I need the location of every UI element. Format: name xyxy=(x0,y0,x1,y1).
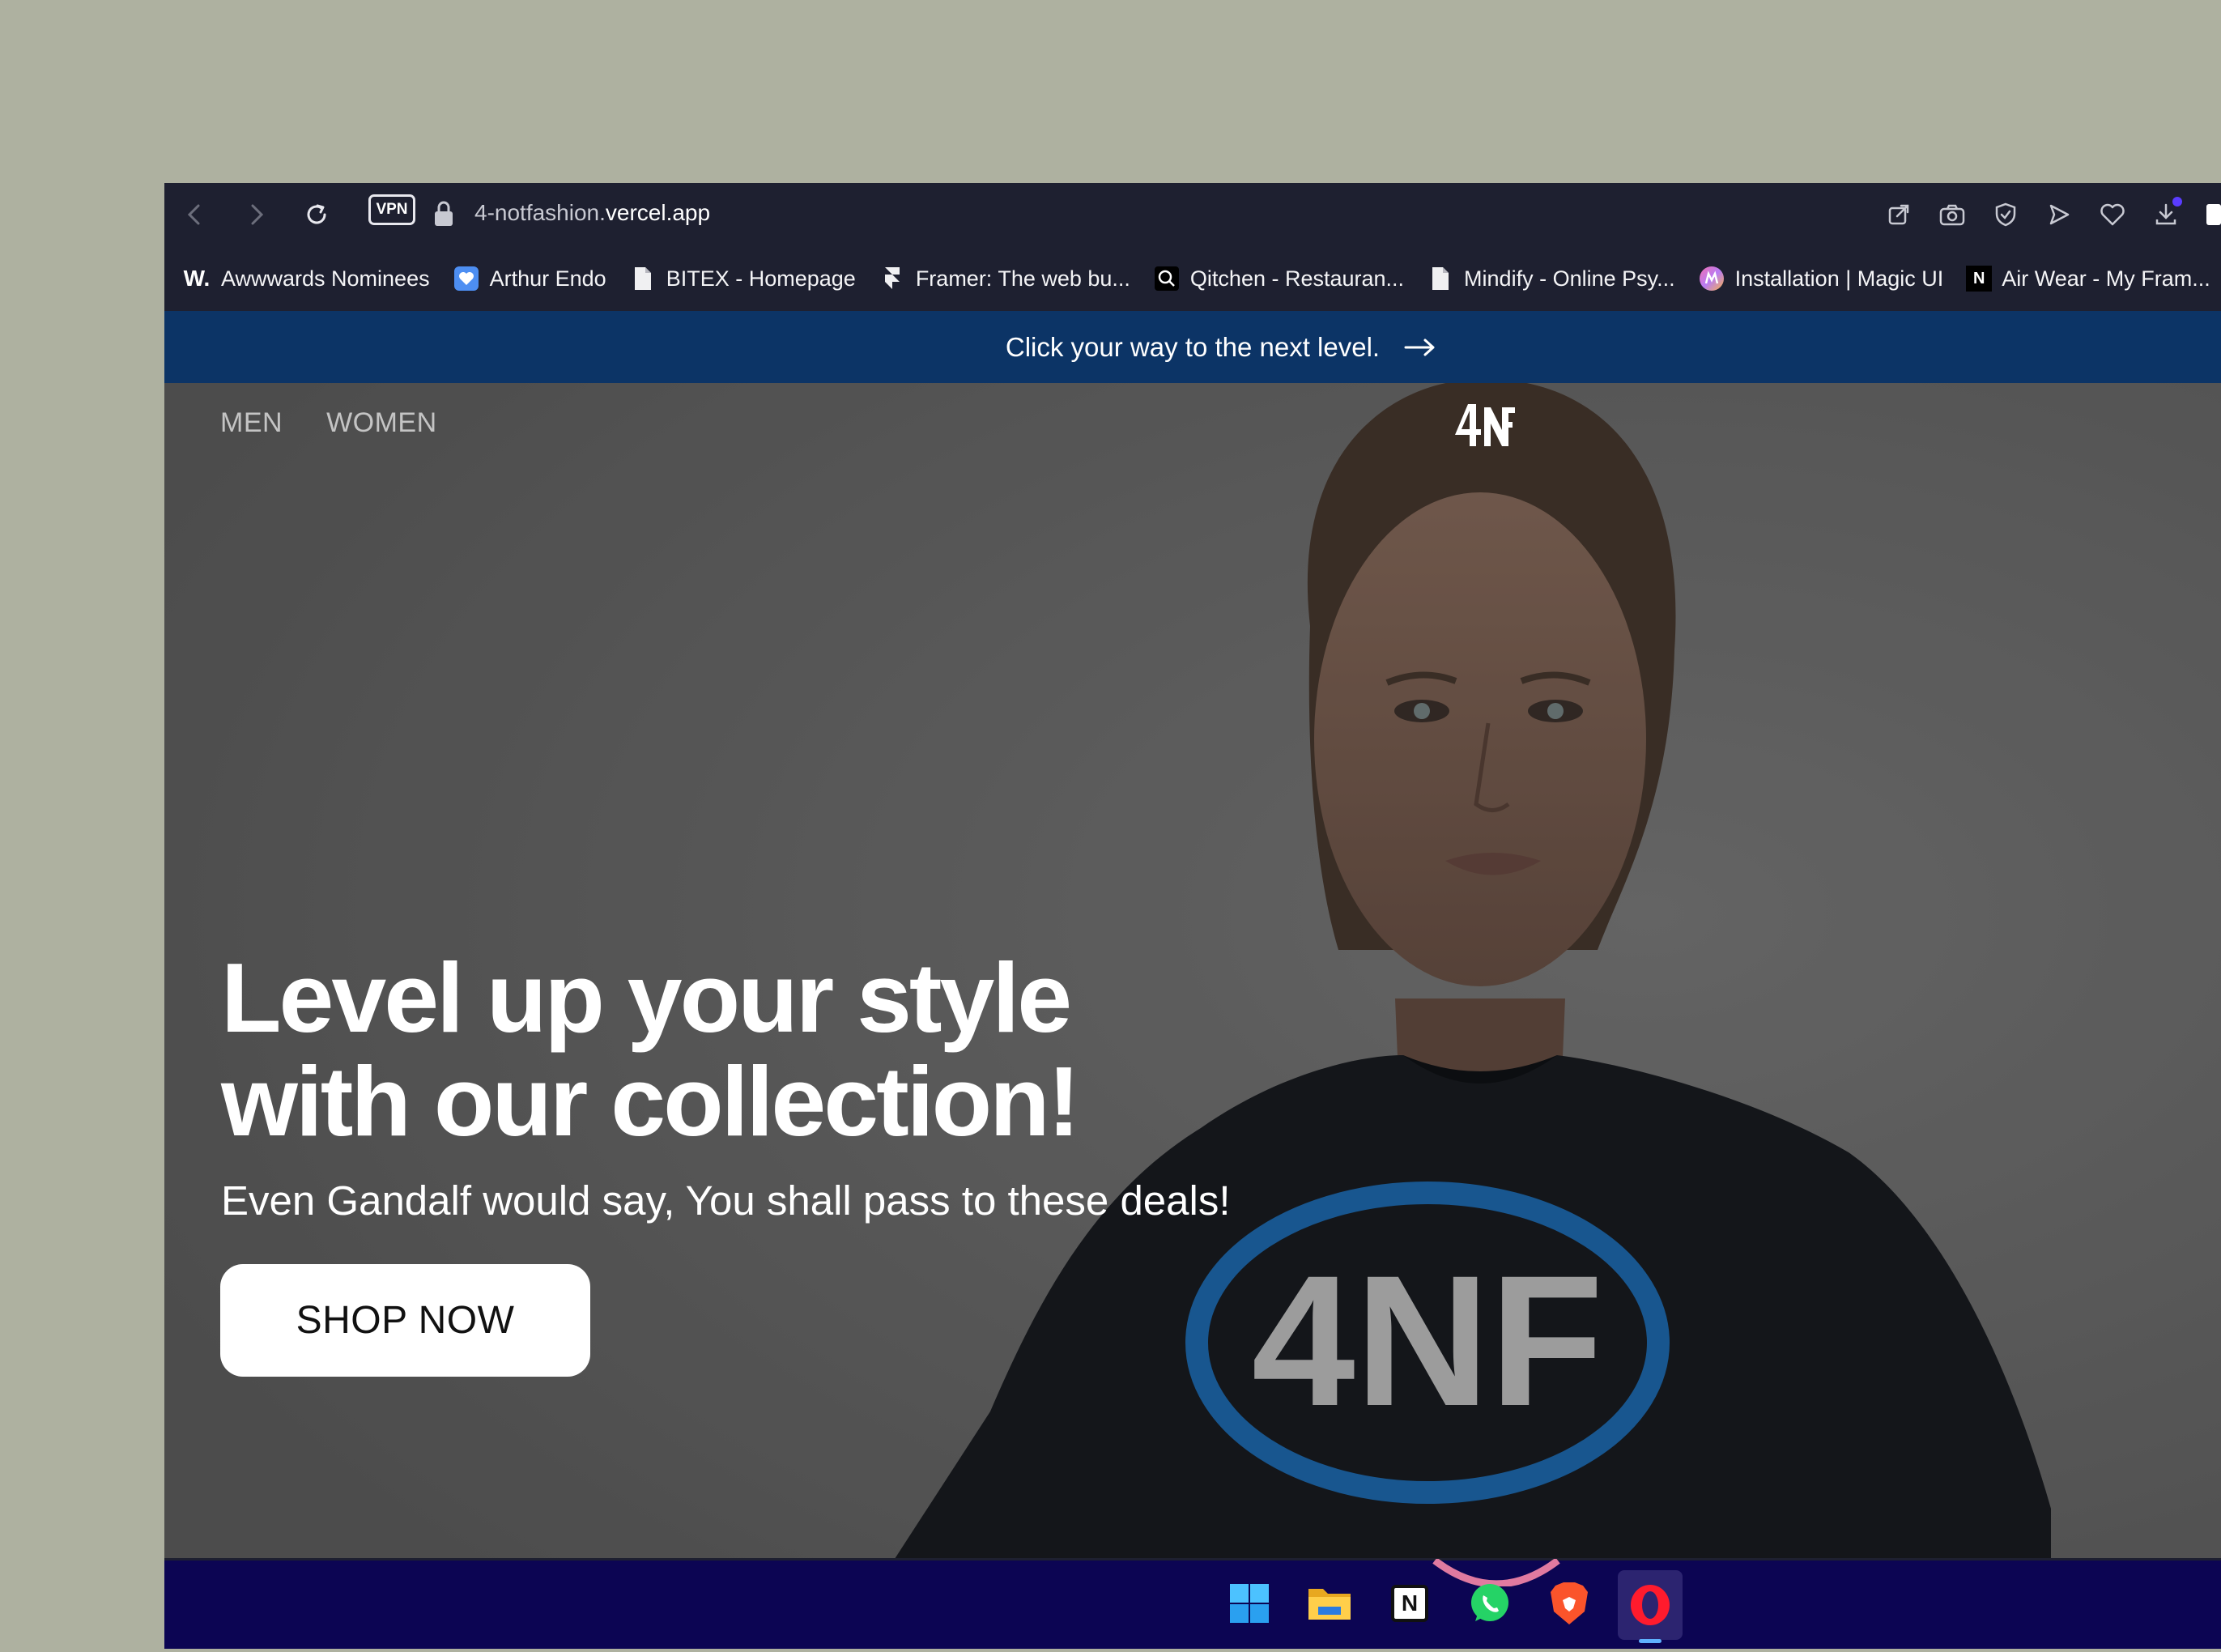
bookmark-label: Mindify - Online Psy... xyxy=(1464,266,1675,291)
bookmark-framer[interactable]: Framer: The web bu... xyxy=(879,265,1130,292)
downloads-button[interactable] xyxy=(2148,197,2184,232)
menu-button[interactable] xyxy=(2206,204,2221,225)
brand-logo[interactable] xyxy=(1452,399,1517,456)
notion-icon: N xyxy=(1966,266,1993,292)
headline-line-2: with our collection! xyxy=(221,1046,1080,1156)
hero-subheadline: Even Gandalf would say, You shall pass t… xyxy=(221,1177,1231,1224)
bookmark-qitchen[interactable]: Qitchen - Restauran... xyxy=(1153,265,1404,292)
bookmark-label: Framer: The web bu... xyxy=(915,266,1130,291)
file-explorer-button[interactable] xyxy=(1304,1578,1355,1629)
browser-toolbar: VPN 4-notfashion.vercel.app xyxy=(164,183,2221,246)
chevron-right-icon xyxy=(251,204,264,225)
bookmark-air-wear[interactable]: N Air Wear - My Fram... xyxy=(1966,266,2210,292)
vpn-badge[interactable]: VPN xyxy=(368,194,415,225)
back-button[interactable] xyxy=(178,198,211,231)
page-icon xyxy=(1427,265,1454,292)
web-page: Click your way to the next level. 4NF ME… xyxy=(164,311,2221,1558)
whatsapp-icon xyxy=(1471,1584,1508,1621)
url-host: vercel.app xyxy=(605,200,711,225)
adblock-button[interactable] xyxy=(1988,197,2023,232)
address-bar[interactable]: 4-notfashion.vercel.app xyxy=(474,195,710,231)
shield-check-icon xyxy=(1995,202,2016,227)
heart-shield-icon xyxy=(453,265,480,292)
snapshot-button[interactable] xyxy=(1934,197,1970,232)
bookmark-label: Installation | Magic UI xyxy=(1734,266,1944,291)
camera-icon xyxy=(1939,204,1965,226)
brave-button[interactable] xyxy=(1544,1578,1594,1629)
running-indicator xyxy=(1639,1639,1661,1643)
toolbar-actions xyxy=(1881,197,2221,232)
whatsapp-button[interactable] xyxy=(1465,1578,1515,1629)
brave-icon xyxy=(1551,1582,1588,1624)
framer-icon xyxy=(879,265,906,292)
page-icon xyxy=(629,265,657,292)
arrow-right-icon xyxy=(1404,338,1435,356)
notion-icon: N xyxy=(1391,1585,1428,1622)
send-arrow-icon xyxy=(2049,204,2070,225)
bookmark-mindify[interactable]: Mindify - Online Psy... xyxy=(1427,265,1675,292)
reload-button[interactable] xyxy=(300,198,333,231)
file-explorer-icon xyxy=(1308,1589,1351,1620)
download-badge xyxy=(2172,197,2182,206)
search-magnifier-icon xyxy=(1153,265,1181,292)
opera-button[interactable] xyxy=(1618,1570,1683,1643)
url-prefix: 4-notfashion. xyxy=(474,200,606,225)
bookmark-arthur-endo[interactable]: Arthur Endo xyxy=(453,265,606,292)
promo-text: Click your way to the next level. xyxy=(1005,331,1381,362)
browser-window: VPN 4-notfashion.vercel.app W. Awwwards … xyxy=(164,183,2221,1649)
bookmark-bitex[interactable]: BITEX - Homepage xyxy=(629,265,856,292)
headline-line-1: Level up your style xyxy=(221,943,1072,1053)
bookmark-label: BITEX - Homepage xyxy=(666,266,856,291)
bookmark-label: Arthur Endo xyxy=(489,266,606,291)
forward-button[interactable] xyxy=(240,198,273,231)
magic-ui-icon xyxy=(1698,265,1725,292)
bookmarks-bar: W. Awwwards Nominees Arthur Endo BITEX -… xyxy=(164,246,2221,311)
favorites-button[interactable] xyxy=(2095,197,2130,232)
lock-icon xyxy=(435,201,453,226)
bookmark-magic-ui[interactable]: Installation | Magic UI xyxy=(1698,265,1944,292)
shop-now-button[interactable]: SHOP NOW xyxy=(220,1264,590,1377)
main-nav: MEN WOMEN xyxy=(220,407,437,439)
bookmark-label: Awwwards Nominees xyxy=(221,266,430,291)
nav-men[interactable]: MEN xyxy=(220,407,283,439)
bookmark-label: Air Wear - My Fram... xyxy=(2002,266,2210,291)
windows-start-button[interactable] xyxy=(1224,1578,1274,1629)
promo-banner[interactable]: Click your way to the next level. xyxy=(164,311,2221,383)
hero-section: 4NF MEN WOMEN Level up your style with o… xyxy=(164,383,2221,1558)
flow-button[interactable] xyxy=(2041,197,2077,232)
awwwards-icon: W. xyxy=(183,266,211,291)
notion-taskbar-button[interactable]: N xyxy=(1385,1578,1435,1629)
bookmark-awwwards[interactable]: W. Awwwards Nominees xyxy=(182,265,430,292)
chevron-left-icon xyxy=(187,204,200,225)
bookmark-label: Qitchen - Restauran... xyxy=(1189,266,1405,291)
hero-headline: Level up your style with our collection! xyxy=(221,946,1274,1153)
os-taskbar: N xyxy=(164,1559,2221,1649)
nav-women[interactable]: WOMEN xyxy=(326,407,437,439)
opera-icon xyxy=(1631,1585,1670,1625)
share-icon xyxy=(1888,204,1909,225)
heart-icon xyxy=(2100,203,2125,226)
share-button[interactable] xyxy=(1881,197,1917,232)
windows-start-icon xyxy=(1230,1584,1269,1623)
reload-icon xyxy=(307,204,326,224)
